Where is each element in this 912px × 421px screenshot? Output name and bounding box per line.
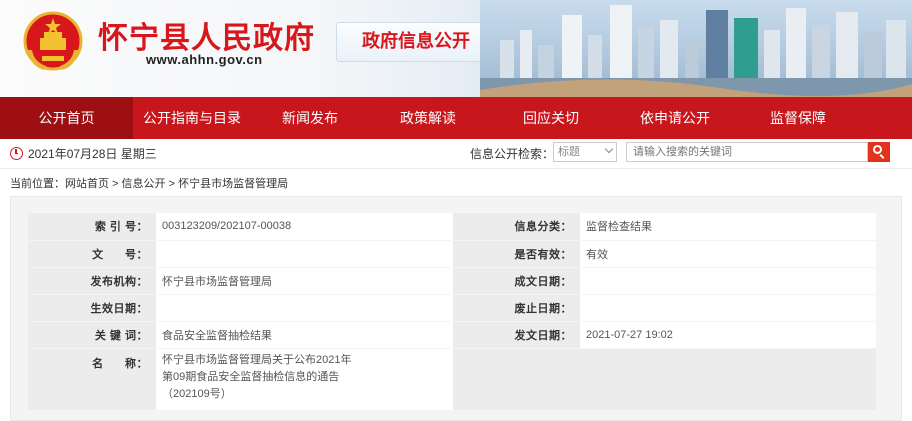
name-line: （202109号） bbox=[162, 387, 232, 400]
current-date: 2021年07月28日 星期三 bbox=[10, 145, 157, 162]
search-type-select[interactable]: 标题 bbox=[553, 142, 617, 162]
valid-value: 有效 bbox=[580, 240, 876, 268]
search-label: 信息公开检索： bbox=[470, 147, 555, 161]
valid-label: 是否有效： bbox=[453, 240, 580, 268]
empty-value-cell bbox=[580, 348, 876, 411]
org-value: 怀宁县市场监督管理局 bbox=[156, 267, 453, 295]
national-emblem-icon bbox=[23, 11, 83, 71]
table-row: 发布机构： 怀宁县市场监督管理局 成文日期： bbox=[28, 267, 876, 295]
search-button[interactable] bbox=[868, 142, 890, 162]
effective-label: 生效日期： bbox=[28, 294, 156, 322]
name-line: 第09期食品安全监督抽检信息的通告 bbox=[162, 370, 340, 383]
keywords-label: 关 键 词： bbox=[28, 321, 156, 349]
nav-apply-disclosure[interactable]: 依申请公开 bbox=[615, 97, 735, 139]
search-type-value: 标题 bbox=[558, 146, 580, 158]
name-value: 怀宁县市场监督管理局关于公布2021年 第09期食品安全监督抽检信息的通告 （2… bbox=[156, 348, 453, 411]
name-line: 怀宁县市场监督管理局关于公布2021年 bbox=[162, 353, 352, 366]
nav-policy-interpretation[interactable]: 政策解读 bbox=[369, 97, 487, 139]
created-label: 成文日期： bbox=[453, 267, 580, 295]
search-icon bbox=[873, 145, 882, 154]
date-text: 2021年07月28日 星期三 bbox=[28, 147, 157, 161]
city-skyline-image bbox=[480, 0, 912, 97]
published-label: 发文日期： bbox=[453, 321, 580, 349]
created-value bbox=[580, 267, 876, 295]
docno-label: 文 号： bbox=[28, 240, 156, 268]
category-value: 监督检查结果 bbox=[580, 213, 876, 241]
main-nav: 公开首页 公开指南与目录 新闻发布 政策解读 回应关切 依申请公开 监督保障 bbox=[0, 97, 912, 139]
name-label: 名 称： bbox=[28, 348, 156, 411]
site-title[interactable]: 怀宁县人民政府 bbox=[98, 13, 315, 57]
clock-icon bbox=[10, 147, 23, 160]
published-value: 2021-07-27 19:02 bbox=[580, 321, 876, 349]
table-row: 索 引 号： 003123209/202107-00038 信息分类： 监督检查… bbox=[28, 213, 876, 241]
docno-value bbox=[156, 240, 453, 268]
breadcrumb[interactable]: 当前位置：网站首页 > 信息公开 > 怀宁县市场监督管理局 bbox=[10, 175, 288, 191]
nav-supervision[interactable]: 监督保障 bbox=[735, 97, 861, 139]
site-url[interactable]: www.ahhn.gov.cn bbox=[146, 52, 263, 67]
effective-value bbox=[156, 294, 453, 322]
table-row: 文 号： 是否有效： 有效 bbox=[28, 240, 876, 268]
table-row: 生效日期： 废止日期： bbox=[28, 294, 876, 322]
site-header: 怀宁县人民政府 www.ahhn.gov.cn 政府信息公开 bbox=[0, 0, 912, 97]
metadata-table: 索 引 号： 003123209/202107-00038 信息分类： 监督检查… bbox=[28, 213, 876, 411]
category-label: 信息分类： bbox=[453, 213, 580, 241]
document-metadata-panel: 索 引 号： 003123209/202107-00038 信息分类： 监督检查… bbox=[10, 196, 902, 421]
index-label: 索 引 号： bbox=[28, 213, 156, 241]
table-row: 名 称： 怀宁县市场监督管理局关于公布2021年 第09期食品安全监督抽检信息的… bbox=[28, 348, 876, 411]
org-label: 发布机构： bbox=[28, 267, 156, 295]
table-row: 关 键 词： 食品安全监督抽检结果 发文日期： 2021-07-27 19:02 bbox=[28, 321, 876, 349]
portal-badge[interactable]: 政府信息公开 bbox=[336, 22, 496, 62]
keywords-value: 食品安全监督抽检结果 bbox=[156, 321, 453, 349]
index-value: 003123209/202107-00038 bbox=[156, 213, 453, 241]
nav-home[interactable]: 公开首页 bbox=[0, 97, 133, 139]
chevron-down-icon bbox=[604, 144, 614, 154]
info-bar: 2021年07月28日 星期三 信息公开检索： 标题 bbox=[0, 139, 912, 169]
expire-value bbox=[580, 294, 876, 322]
nav-news[interactable]: 新闻发布 bbox=[251, 97, 369, 139]
search-input[interactable] bbox=[626, 142, 868, 162]
nav-guide-catalog[interactable]: 公开指南与目录 bbox=[133, 97, 251, 139]
expire-label: 废止日期： bbox=[453, 294, 580, 322]
empty-label-cell bbox=[453, 348, 580, 411]
nav-responses[interactable]: 回应关切 bbox=[487, 97, 615, 139]
